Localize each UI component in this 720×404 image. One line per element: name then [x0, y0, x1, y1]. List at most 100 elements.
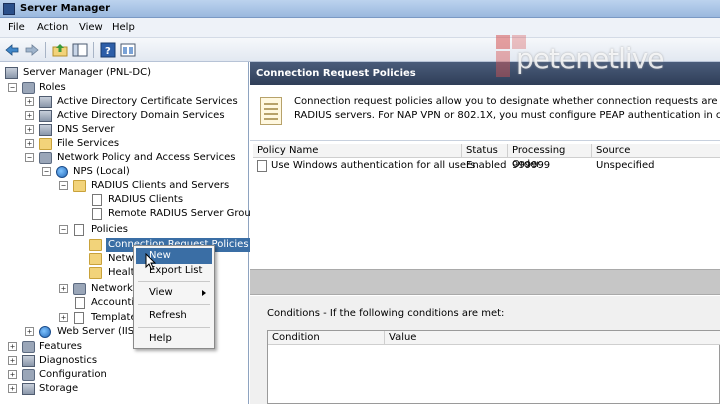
tree-label: Diagnostics — [39, 355, 98, 366]
remote-groups-icon — [92, 208, 102, 220]
pane-splitter[interactable] — [250, 269, 720, 295]
file-services-icon — [39, 138, 52, 150]
roles-icon — [22, 82, 35, 94]
tree-node-network-access-protection[interactable]: + Network — [59, 282, 139, 296]
tree-label: Template — [91, 312, 137, 323]
tree-label: Active Directory Certificate Services — [57, 96, 238, 107]
column-processing-order[interactable]: Processing Order — [508, 144, 592, 170]
expand-icon[interactable]: + — [59, 284, 68, 293]
certificate-services-icon — [39, 96, 52, 108]
tree-label: File Services — [57, 138, 120, 149]
menu-action[interactable]: Action — [37, 22, 68, 33]
watermark: petenetlive — [496, 32, 718, 84]
tree-node-radius[interactable]: − RADIUS Clients and Servers — [59, 179, 249, 193]
help-icon[interactable]: ? — [100, 42, 116, 58]
menu-help[interactable]: Help — [112, 22, 135, 33]
tree-label: Policies — [91, 224, 128, 235]
cell-policy-name: Use Windows authentication for all users — [271, 160, 476, 171]
tree-node-accounting[interactable]: Accountin — [75, 296, 141, 310]
tree-label: Network Policy and Access Services — [57, 152, 236, 163]
tree-label: Storage — [39, 383, 79, 394]
tree-node-file-services[interactable]: + File Services — [25, 137, 245, 151]
tree-node-configuration[interactable]: + Configuration — [8, 368, 158, 382]
expand-icon[interactable]: + — [25, 139, 34, 148]
menu-separator — [138, 304, 210, 305]
cell-source: Unspecified — [596, 160, 655, 171]
menu-separator — [138, 327, 210, 328]
results-pane: Connection Request Policies Connection r… — [250, 62, 720, 404]
expand-icon[interactable]: + — [8, 342, 17, 351]
tree-node-policies[interactable]: − Policies — [59, 223, 239, 237]
tree-label: Netw — [108, 253, 134, 264]
tree-node-dns[interactable]: + DNS Server — [25, 123, 245, 137]
tree-label: Configuration — [39, 369, 107, 380]
info-text: Connection request policies allow you to… — [294, 95, 720, 123]
diagnostics-icon — [22, 355, 35, 367]
tree-label: Features — [39, 341, 82, 352]
column-condition[interactable]: Condition — [268, 331, 385, 345]
back-icon[interactable] — [4, 42, 20, 58]
expand-icon[interactable]: + — [8, 384, 17, 393]
menu-item-view[interactable]: View — [136, 285, 212, 301]
domain-services-icon — [39, 110, 52, 122]
tree-label: RADIUS Clients and Servers — [91, 180, 230, 191]
expand-icon[interactable]: + — [59, 313, 68, 322]
up-folder-icon[interactable] — [52, 42, 68, 58]
window-title: Server Manager — [20, 3, 111, 14]
cell-processing-order: 999999 — [512, 160, 551, 171]
watermark-text: petenetlive — [516, 42, 665, 75]
collapse-icon[interactable]: − — [59, 181, 68, 190]
forward-icon[interactable] — [24, 42, 40, 58]
tree-label: Active Directory Domain Services — [57, 110, 225, 121]
properties-icon[interactable] — [120, 42, 136, 58]
collapse-icon[interactable]: − — [25, 153, 34, 162]
folder-icon — [89, 267, 102, 279]
folder-icon — [89, 239, 102, 251]
radius-clients-icon — [92, 194, 102, 206]
tree-node-diagnostics[interactable]: + Diagnostics — [8, 354, 158, 368]
submenu-arrow-icon — [202, 290, 206, 296]
column-value[interactable]: Value — [385, 331, 720, 345]
collapse-icon[interactable]: − — [59, 225, 68, 234]
accounting-icon — [75, 297, 85, 309]
show-hide-tree-icon[interactable] — [72, 42, 88, 58]
server-manager-icon — [3, 3, 15, 15]
tree-node-adds[interactable]: + Active Directory Domain Services — [25, 109, 245, 123]
dns-icon — [39, 124, 52, 136]
mouse-cursor-icon — [145, 252, 157, 271]
collapse-icon[interactable]: − — [42, 167, 51, 176]
menu-file[interactable]: File — [8, 22, 25, 33]
tree-node-npas[interactable]: − Network Policy and Access Services — [25, 151, 245, 165]
table-row[interactable]: Use Windows authentication for all users… — [253, 159, 720, 173]
tree-node-roles[interactable]: − Roles — [8, 81, 238, 95]
expand-icon[interactable]: + — [8, 356, 17, 365]
menu-item-help[interactable]: Help — [136, 331, 212, 347]
expand-icon[interactable]: + — [25, 111, 34, 120]
column-policy-name[interactable]: Policy Name — [253, 144, 462, 158]
column-status[interactable]: Status — [462, 144, 508, 158]
expand-icon[interactable]: + — [25, 97, 34, 106]
tree-label: Server Manager (PNL-DC) — [23, 67, 151, 78]
tree-node-radius-clients[interactable]: RADIUS Clients — [92, 193, 242, 207]
policy-grid-header: Policy Name Status Processing Order Sour… — [253, 144, 720, 170]
tree-node-adcs[interactable]: + Active Directory Certificate Services — [25, 95, 245, 109]
svg-text:?: ? — [105, 46, 111, 57]
conditions-header: Condition Value — [268, 331, 720, 345]
tree-node-storage[interactable]: + Storage — [8, 382, 158, 396]
menu-item-refresh[interactable]: Refresh — [136, 308, 212, 324]
collapse-icon[interactable]: − — [8, 83, 17, 92]
console-tree[interactable]: Server Manager (PNL-DC) − Roles + Active… — [0, 62, 262, 404]
templates-icon — [74, 312, 84, 324]
tree-node-remote-groups[interactable]: Remote RADIUS Server Groups — [92, 207, 262, 221]
expand-icon[interactable]: + — [8, 370, 17, 379]
tree-node-templates[interactable]: + Template — [59, 311, 137, 325]
menu-view[interactable]: View — [79, 22, 103, 33]
expand-icon[interactable]: + — [25, 327, 34, 336]
tree-label: DNS Server — [57, 124, 115, 135]
tree-node-nps[interactable]: − NPS (Local) — [42, 165, 242, 179]
tree-node-server-manager[interactable]: Server Manager (PNL-DC) — [5, 66, 245, 80]
conditions-label: Conditions - If the following conditions… — [267, 308, 505, 319]
expand-icon[interactable]: + — [25, 125, 34, 134]
column-source[interactable]: Source — [592, 144, 720, 158]
nap-icon — [73, 283, 86, 295]
